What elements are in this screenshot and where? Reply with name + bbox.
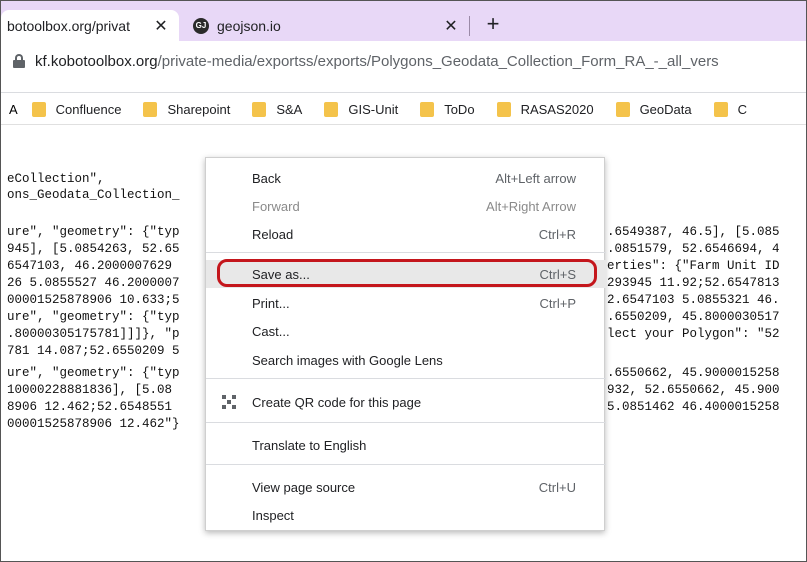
bookmark-s-and-a[interactable]: S&A [252,102,302,117]
bookmark-partial[interactable]: A [9,102,18,117]
content-line: eCollection", [7,172,105,186]
content-line: 10000228881836], [5.08 [7,383,173,397]
address-bar[interactable]: kf.kobotoolbox.org/private-media/exports… [1,47,806,75]
context-menu: Back Alt+Left arrow Forward Alt+Right Ar… [205,157,606,531]
new-tab-button[interactable]: + [481,13,505,37]
folder-icon [615,102,630,117]
folder-icon [420,102,435,117]
bookmark-gis-unit[interactable]: GIS-Unit [324,102,398,117]
tab-strip: botoolbox.org/privat ✕ GJ geojson.io ✕ + [1,1,806,41]
close-icon[interactable]: ✕ [441,16,461,36]
menu-item-cast[interactable]: Cast... [206,317,606,345]
menu-item-back[interactable]: Back Alt+Left arrow [206,164,606,192]
tab-title: geojson.io [217,17,281,34]
content-line: ure", "geometry": {"typ [7,225,180,239]
folder-icon [713,102,728,117]
close-icon[interactable]: ✕ [151,16,171,36]
qr-code-icon [222,395,236,409]
content-line: ure", "geometry": {"typ [7,310,180,324]
bookmark-todo[interactable]: ToDo [420,102,475,117]
bookmark-confluence[interactable]: Confluence [31,102,121,117]
tab-geojson[interactable]: GJ geojson.io ✕ [187,10,469,41]
folder-icon [324,102,339,117]
tab-kobotoolbox[interactable]: botoolbox.org/privat ✕ [1,10,179,41]
content-line: lect your Polygon": "52 [607,327,780,341]
menu-item-reload[interactable]: Reload Ctrl+R [206,220,606,248]
content-line: .0851579, 52.6546694, 4 [607,242,780,256]
lock-icon[interactable] [13,54,25,68]
content-line: ons_Geodata_Collection_ [7,188,180,202]
folder-icon [143,102,158,117]
content-line: erties": {"Farm Unit ID [607,259,780,273]
url-path: /private-media/exportss/exports/Polygons… [157,52,719,70]
bookmarks-bar: A Confluence Sharepoint S&A GIS-Unit ToD… [1,95,806,125]
browser-window: botoolbox.org/privat ✕ GJ geojson.io ✕ +… [0,0,807,562]
bookmark-geodata[interactable]: GeoData [615,102,692,117]
content-line: .6550209, 45.8000030517 [607,310,780,324]
content-line: 5.0851462 46.4000015258 [607,400,780,414]
content-line: 6547103, 46.2000007629 [7,259,173,273]
folder-icon [252,102,267,117]
content-line: .80000305175781]]]}, "p [7,327,180,341]
url-text[interactable]: kf.kobotoolbox.org/private-media/exports… [35,53,719,70]
content-line: 781 14.087;52.6550209 5 [7,344,180,358]
content-line: ure", "geometry": {"typ [7,366,180,380]
bookmark-sharepoint[interactable]: Sharepoint [143,102,230,117]
bookmark-partial-end[interactable]: C [713,102,747,117]
content-line: .6550662, 45.9000015258 [607,366,780,380]
menu-item-view-source[interactable]: View page source Ctrl+U [206,473,606,501]
content-line: 00001525878906 12.462"} [7,417,180,431]
content-line: 00001525878906 10.633;5 [7,293,180,307]
url-host: kf.kobotoolbox.org [35,52,158,70]
folder-icon [31,102,46,117]
folder-icon [496,102,511,117]
content-line: 932, 52.6550662, 45.900 [607,383,780,397]
highlight-annotation [217,259,597,287]
menu-separator [206,422,606,423]
geojson-favicon-icon: GJ [193,17,209,34]
menu-item-forward[interactable]: Forward Alt+Right Arrow [206,192,606,220]
bookmark-rasas2020[interactable]: RASAS2020 [496,102,594,117]
menu-separator [206,252,606,253]
menu-item-google-lens[interactable]: Search images with Google Lens [206,346,606,374]
content-line: 8906 12.462;52.6548551 [7,400,173,414]
menu-item-inspect[interactable]: Inspect [206,501,606,529]
tab-divider [469,16,470,36]
content-line: 945], [5.0854263, 52.65 [7,242,180,256]
content-line: .6549387, 46.5], [5.085 [607,225,780,239]
content-line: 26 5.0855527 46.2000007 [7,276,180,290]
menu-item-create-qr[interactable]: Create QR code for this page [206,388,606,416]
menu-item-translate[interactable]: Translate to English [206,431,606,459]
content-line: 293945 11.92;52.6547813 [607,276,780,290]
content-line: 2.6547103 5.0855321 46. [607,293,780,307]
menu-item-print[interactable]: Print... Ctrl+P [206,289,606,317]
browser-toolbar: kf.kobotoolbox.org/private-media/exports… [1,41,806,93]
menu-separator [206,464,606,465]
tab-title: botoolbox.org/privat [7,17,130,34]
menu-separator [206,378,606,379]
